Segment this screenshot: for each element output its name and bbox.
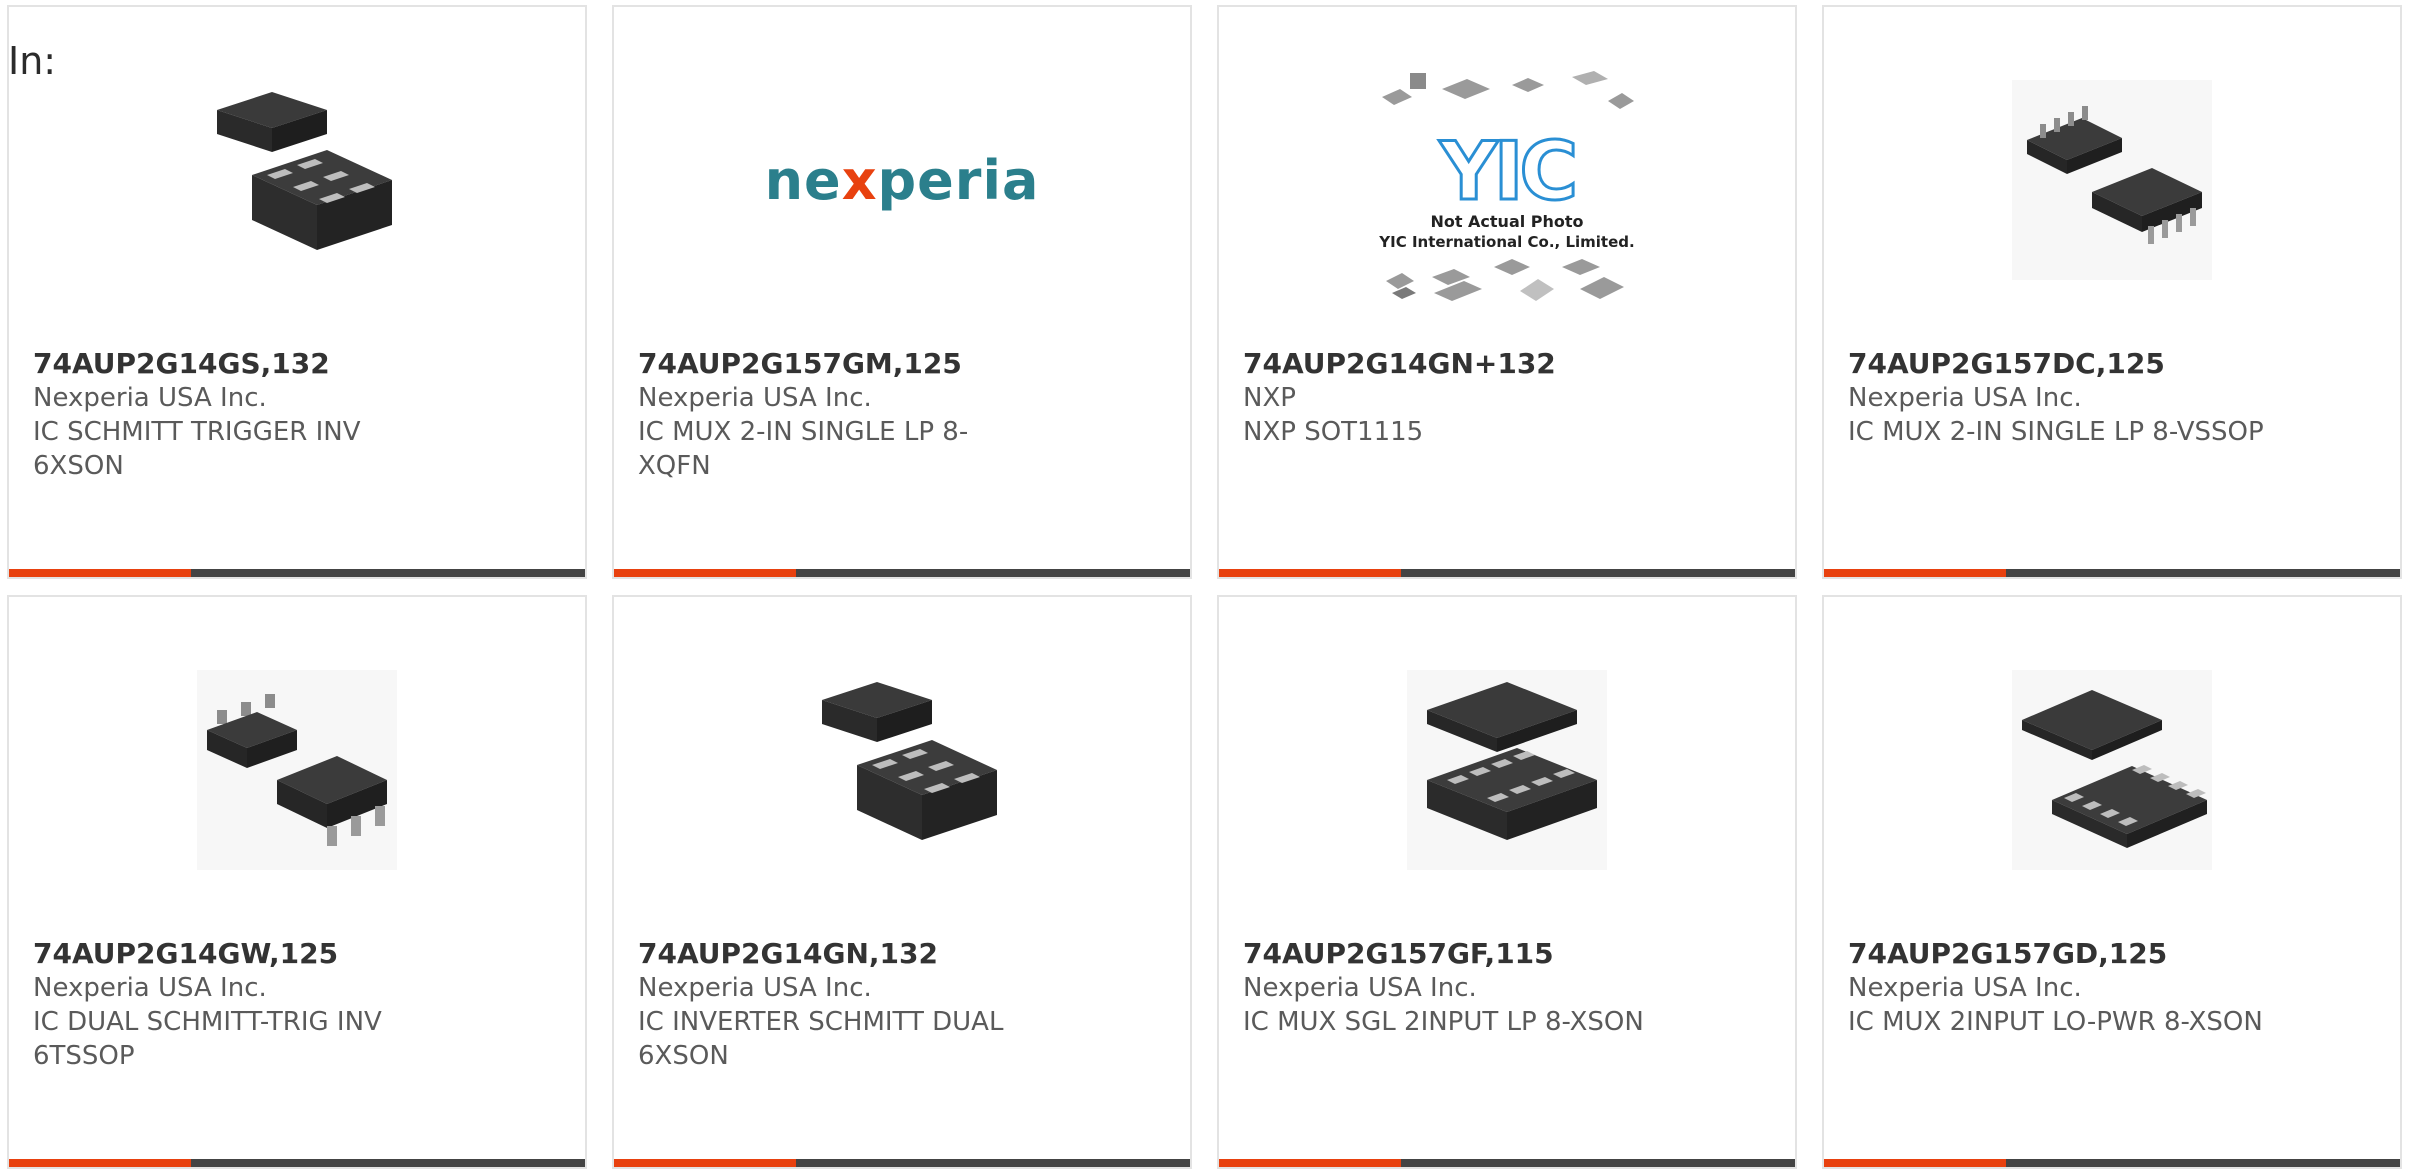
card-footer-accent <box>614 1159 796 1167</box>
card-footer-accent <box>1219 1159 1401 1167</box>
manufacturer: Nexperia USA Inc. <box>638 383 872 413</box>
card-footer-accent <box>9 569 191 577</box>
description: IC DUAL SCHMITT-TRIG INV 6TSSOP <box>33 1007 382 1071</box>
manufacturer: Nexperia USA Inc. <box>638 973 872 1003</box>
product-card[interactable]: YIC Not Actual Photo YIC International C… <box>1217 5 1797 579</box>
caption-company: YIC International Co., Limited. <box>1379 233 1635 251</box>
card-footer-bar <box>9 1159 585 1167</box>
description: IC MUX SGL 2INPUT LP 8-XSON <box>1243 1007 1644 1037</box>
card-footer-bar <box>1219 1159 1795 1167</box>
product-info: 74AUP2G14GN+132 NXP NXP SOT1115 <box>1243 347 1771 449</box>
product-info: 74AUP2G157GF,115 Nexperia USA Inc. IC MU… <box>1243 937 1771 1039</box>
manufacturer: Nexperia USA Inc. <box>1848 383 2082 413</box>
card-footer-bar <box>1219 569 1795 577</box>
chip-xson8-icon <box>1402 665 1612 875</box>
part-number[interactable]: 74AUP2G157GM,125 <box>638 347 1166 381</box>
product-card[interactable]: 74AUP2G157DC,125 Nexperia USA Inc. IC MU… <box>1822 5 2402 579</box>
description: NXP SOT1115 <box>1243 417 1424 447</box>
page-heading: In: <box>8 39 57 83</box>
card-footer-bar <box>614 1159 1190 1167</box>
part-number[interactable]: 74AUP2G157DC,125 <box>1848 347 2376 381</box>
chip-xson8b-icon <box>2007 665 2217 875</box>
yic-logo: YIC <box>1438 125 1579 218</box>
card-footer-bar <box>9 569 585 577</box>
part-number[interactable]: 74AUP2G157GD,125 <box>1848 937 2376 971</box>
product-card[interactable]: 74AUP2G157GF,115 Nexperia USA Inc. IC MU… <box>1217 595 1797 1169</box>
product-card[interactable]: 74AUP2G157GD,125 Nexperia USA Inc. IC MU… <box>1822 595 2402 1169</box>
product-info: 74AUP2G14GS,132 Nexperia USA Inc. IC SCH… <box>33 347 561 483</box>
product-card[interactable]: 74AUP2G14GW,125 Nexperia USA Inc. IC DUA… <box>7 595 587 1169</box>
yic-placeholder: YIC Not Actual Photo YIC International C… <box>1372 67 1642 307</box>
product-info: 74AUP2G157GM,125 Nexperia USA Inc. IC MU… <box>638 347 1166 483</box>
part-number[interactable]: 74AUP2G14GS,132 <box>33 347 561 381</box>
logo-text-end: peria <box>877 148 1040 212</box>
chip-xson6-icon <box>192 75 402 285</box>
part-number[interactable]: 74AUP2G14GW,125 <box>33 937 561 971</box>
description: IC MUX 2INPUT LO-PWR 8-XSON <box>1848 1007 2263 1037</box>
product-info: 74AUP2G157GD,125 Nexperia USA Inc. IC MU… <box>1848 937 2376 1039</box>
description: IC MUX 2-IN SINGLE LP 8-VSSOP <box>1848 417 2264 447</box>
card-footer-accent <box>9 1159 191 1167</box>
part-number[interactable]: 74AUP2G157GF,115 <box>1243 937 1771 971</box>
part-number[interactable]: 74AUP2G14GN+132 <box>1243 347 1771 381</box>
description: IC MUX 2-IN SINGLE LP 8-XQFN <box>638 417 969 481</box>
product-info: 74AUP2G157DC,125 Nexperia USA Inc. IC MU… <box>1848 347 2376 449</box>
card-footer-bar <box>614 569 1190 577</box>
part-number[interactable]: 74AUP2G14GN,132 <box>638 937 1166 971</box>
manufacturer: Nexperia USA Inc. <box>1848 973 2082 1003</box>
card-footer-accent <box>1219 569 1401 577</box>
card-footer-accent <box>614 569 796 577</box>
card-footer-bar <box>1824 569 2400 577</box>
description: IC INVERTER SCHMITT DUAL 6XSON <box>638 1007 1004 1071</box>
manufacturer: Nexperia USA Inc. <box>1243 973 1477 1003</box>
manufacturer: NXP <box>1243 383 1296 413</box>
product-card[interactable]: 74AUP2G14GN,132 Nexperia USA Inc. IC INV… <box>612 595 1192 1169</box>
logo-text: ne <box>764 148 842 212</box>
product-info: 74AUP2G14GW,125 Nexperia USA Inc. IC DUA… <box>33 937 561 1073</box>
product-card[interactable]: nexperia 74AUP2G157GM,125 Nexperia USA I… <box>612 5 1192 579</box>
manufacturer: Nexperia USA Inc. <box>33 973 267 1003</box>
manufacturer: Nexperia USA Inc. <box>33 383 267 413</box>
chip-xson6-icon <box>797 665 1007 875</box>
card-footer-accent <box>1824 569 2006 577</box>
product-info: 74AUP2G14GN,132 Nexperia USA Inc. IC INV… <box>638 937 1166 1073</box>
chip-vssop8-icon <box>2007 75 2217 285</box>
card-footer-bar <box>1824 1159 2400 1167</box>
chip-tssop6-icon <box>192 665 402 875</box>
card-footer-accent <box>1824 1159 2006 1167</box>
nexperia-logo: nexperia <box>765 75 1039 285</box>
caption-not-actual: Not Actual Photo <box>1430 212 1584 231</box>
product-grid: 74AUP2G14GS,132 Nexperia USA Inc. IC SCH… <box>7 5 2403 1169</box>
product-card[interactable]: 74AUP2G14GS,132 Nexperia USA Inc. IC SCH… <box>7 5 587 579</box>
logo-text-x: x <box>841 148 878 212</box>
description: IC SCHMITT TRIGGER INV 6XSON <box>33 417 361 481</box>
